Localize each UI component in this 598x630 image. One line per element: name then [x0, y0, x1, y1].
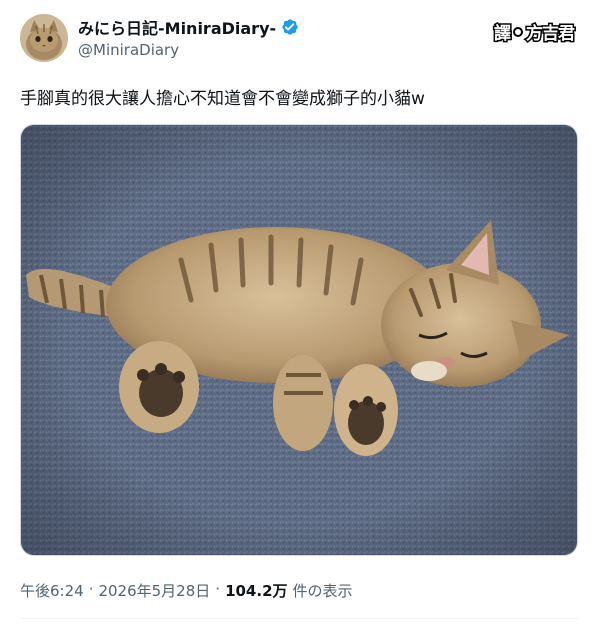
tweet-media[interactable] [20, 124, 578, 556]
kitten-photo [21, 125, 577, 555]
views-count: 104.2万 [225, 582, 288, 600]
tweet-date[interactable]: 2026年5月28日 [98, 580, 210, 601]
avatar[interactable] [20, 14, 68, 62]
meta-separator: · [215, 580, 221, 598]
display-name[interactable]: みにら日記-MiniraDiary- [78, 15, 276, 39]
divider [20, 618, 578, 619]
verified-badge-icon [280, 17, 300, 37]
cat-avatar-image [20, 14, 68, 62]
meta-separator: · [88, 580, 94, 598]
watermark-right: 方吉君 [525, 23, 577, 46]
translator-watermark: 譯 方吉君 [493, 19, 577, 46]
watermark-dot [513, 26, 523, 37]
tweet-text: 手腳真的很大讓人擔心不知道會不會變成獅子的小貓w [20, 89, 425, 109]
tweet-meta: 午後6:24 · 2026年5月28日 · 104.2万 件の表示 [20, 580, 353, 601]
author-name-row[interactable]: みにら日記-MiniraDiary- [78, 15, 300, 39]
watermark-left: 譯 [493, 23, 513, 46]
author-handle[interactable]: @MiniraDiary [78, 41, 179, 59]
views-label: 件の表示 [292, 582, 353, 600]
tweet-time[interactable]: 午後6:24 [20, 580, 84, 601]
